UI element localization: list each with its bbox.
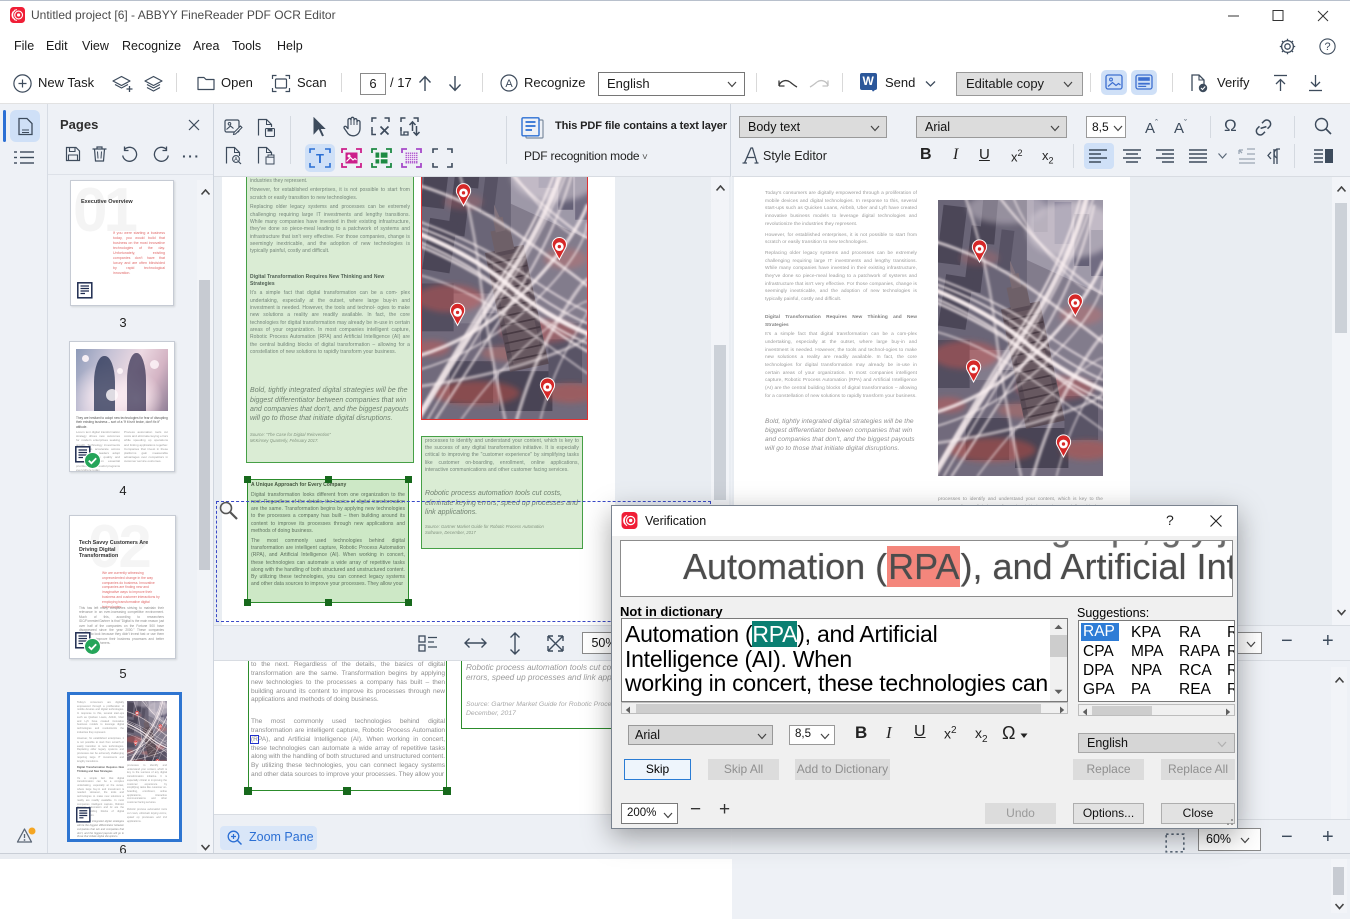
svg-text:?: ? [1324,41,1330,53]
svg-text:A: A [505,78,513,90]
svg-text:A: A [234,157,238,163]
svg-text:T: T [316,151,324,166]
